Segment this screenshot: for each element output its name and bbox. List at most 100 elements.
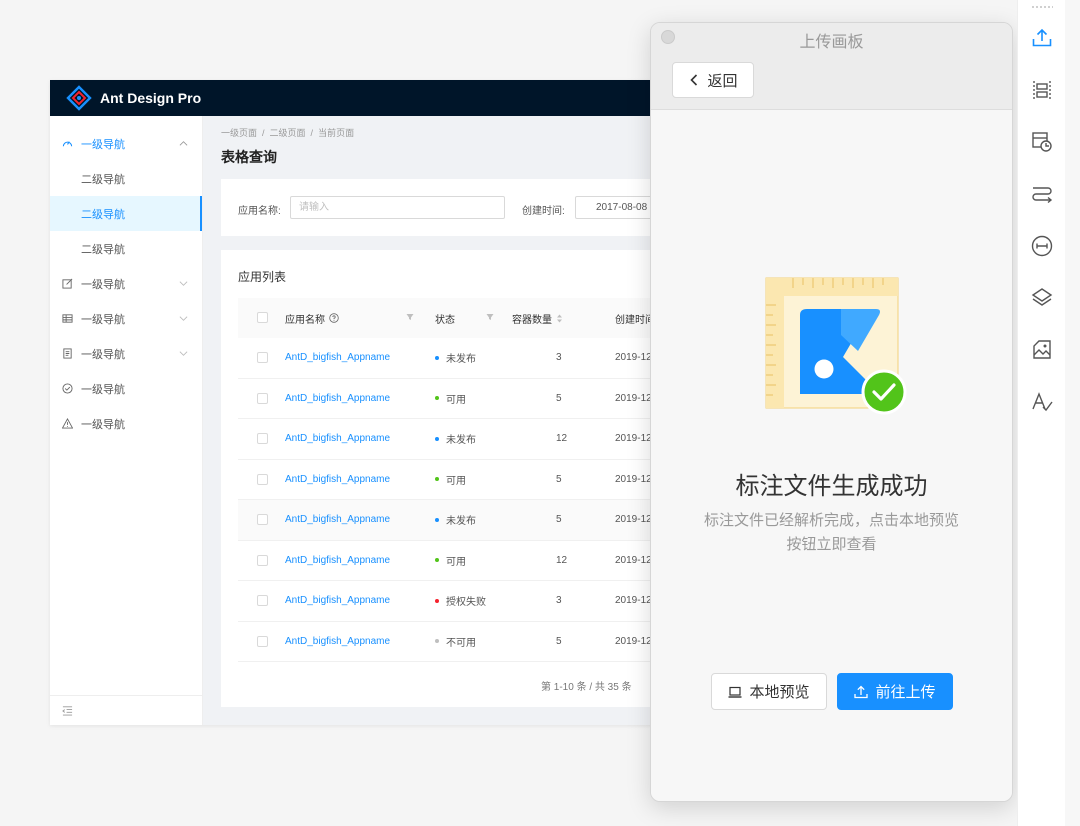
success-description: 标注文件已经解析完成，点击本地预览按钮立即查看 bbox=[703, 512, 959, 553]
success-title: 标注文件生成成功 bbox=[735, 473, 928, 500]
row-checkbox[interactable] bbox=[257, 433, 268, 444]
pagination-total: 第 1-10 条 / 共 35 条 bbox=[541, 682, 632, 693]
flow-icon bbox=[1032, 187, 1053, 204]
check-circle-icon bbox=[62, 383, 73, 394]
created-time: 2019-12 bbox=[615, 514, 652, 526]
menu-item-level1-4[interactable]: 一级导航 bbox=[50, 336, 202, 371]
main-content: 一级页面 / 二级页面 / 当前页面 表格查询 应用名称: 请输入 创建时间: 2017… bbox=[221, 116, 680, 725]
app-name-link[interactable]: AntD_bigfish_Appname bbox=[285, 338, 390, 378]
toolbar-assets-button[interactable] bbox=[1028, 336, 1056, 364]
chevron-left-icon bbox=[690, 74, 698, 86]
toolbar-layers-button[interactable] bbox=[1028, 284, 1056, 312]
menu-item-level1-5[interactable]: 一级导航 bbox=[50, 371, 202, 406]
menu-item-level1-3[interactable]: 一级导航 bbox=[50, 301, 202, 336]
column-header-count[interactable]: 容器数量 bbox=[512, 298, 563, 338]
table-row[interactable]: AntD_bigfish_Appname 可用 5 2019-12 bbox=[238, 379, 668, 419]
go-upload-button[interactable]: 前往上传 bbox=[837, 673, 953, 710]
container-count: 5 bbox=[556, 473, 562, 485]
page-title: 表格查询 bbox=[221, 149, 277, 165]
created-time-label: 创建时间: bbox=[522, 206, 565, 217]
app-name-label: 应用名称: bbox=[238, 206, 281, 217]
breadcrumb: 一级页面 / 二级页面 / 当前页面 bbox=[221, 128, 355, 138]
toolbar-component-button[interactable] bbox=[1028, 128, 1056, 156]
assets-icon bbox=[1033, 340, 1051, 359]
column-header-name[interactable]: 应用名称 bbox=[285, 298, 339, 338]
status-dot bbox=[435, 558, 439, 563]
profile-icon bbox=[63, 348, 72, 359]
warning-icon bbox=[62, 418, 73, 429]
row-checkbox[interactable] bbox=[257, 635, 268, 647]
breadcrumb-current: 当前页面 bbox=[318, 128, 355, 138]
filter-icon[interactable] bbox=[486, 313, 494, 321]
app-name-link[interactable]: AntD_bigfish_Appname bbox=[285, 622, 390, 662]
select-all-checkbox[interactable] bbox=[257, 312, 268, 323]
menu-item-level1-1[interactable]: 一级导航 bbox=[50, 126, 202, 161]
toolbar-flow-button[interactable] bbox=[1028, 180, 1056, 208]
table-row[interactable]: AntD_bigfish_Appname 不可用 5 2019-12 bbox=[238, 622, 668, 662]
toolbar-upload-button[interactable] bbox=[1028, 24, 1056, 52]
app-name-link[interactable]: AntD_bigfish_Appname bbox=[285, 460, 390, 500]
toolbar-slice-button[interactable] bbox=[1028, 76, 1056, 104]
status-dot bbox=[435, 598, 439, 603]
table-row[interactable]: AntD_bigfish_Appname 未发布 3 2019-12 bbox=[238, 338, 668, 379]
component-icon bbox=[1032, 132, 1052, 152]
breadcrumb-item[interactable]: 一级页面 bbox=[221, 128, 257, 138]
app-name-link[interactable]: AntD_bigfish_Appname bbox=[285, 379, 390, 419]
annotation-success-illustration-icon bbox=[765, 277, 907, 415]
table-row[interactable]: AntD_bigfish_Appname 授权失败 3 2019-12 bbox=[238, 581, 668, 622]
row-checkbox[interactable] bbox=[257, 473, 268, 485]
toolbar-measure-button[interactable] bbox=[1028, 232, 1056, 260]
table-icon bbox=[62, 314, 73, 323]
container-count: 3 bbox=[556, 595, 562, 607]
toolbar-text-style-button[interactable] bbox=[1028, 388, 1056, 416]
row-checkbox[interactable] bbox=[257, 352, 268, 363]
table-row[interactable]: AntD_bigfish_Appname 可用 12 2019-12 bbox=[238, 541, 668, 581]
app-name-link[interactable]: AntD_bigfish_Appname bbox=[285, 581, 390, 621]
chevron-up-icon bbox=[179, 141, 188, 146]
status-dot bbox=[435, 436, 439, 441]
created-time: 2019-12 bbox=[615, 473, 652, 485]
row-checkbox[interactable] bbox=[257, 554, 268, 566]
created-time: 2019-12 bbox=[615, 595, 652, 607]
row-checkbox[interactable] bbox=[257, 595, 268, 606]
sidebar-collapse-toggle[interactable] bbox=[50, 695, 202, 725]
status-badge: 未发布 bbox=[435, 500, 476, 540]
status-dot bbox=[435, 355, 439, 360]
status-dot bbox=[435, 396, 439, 401]
menu-item-level1-2[interactable]: 一级导航 bbox=[50, 266, 202, 301]
app-name-link[interactable]: AntD_bigfish_Appname bbox=[285, 500, 390, 540]
container-count: 3 bbox=[556, 352, 562, 364]
app-header: Ant Design Pro bbox=[50, 80, 680, 116]
app-name-link[interactable]: AntD_bigfish_Appname bbox=[285, 419, 390, 459]
created-time: 2019-12 bbox=[615, 392, 652, 404]
container-count: 5 bbox=[556, 635, 562, 647]
local-preview-button[interactable]: 本地预览 bbox=[711, 673, 827, 710]
table-row[interactable]: AntD_bigfish_Appname 可用 5 2019-12 bbox=[238, 460, 668, 500]
status-badge: 可用 bbox=[435, 460, 466, 500]
created-time: 2019-12 bbox=[615, 635, 652, 647]
table-row[interactable]: AntD_bigfish_Appname 未发布 12 2019-12 bbox=[238, 419, 668, 460]
app-name-link[interactable]: AntD_bigfish_Appname bbox=[285, 541, 390, 581]
breadcrumb-item[interactable]: 二级页面 bbox=[270, 128, 306, 138]
chevron-down-icon bbox=[179, 351, 188, 356]
created-time: 2019-12 bbox=[615, 554, 652, 566]
created-time: 2019-12 bbox=[615, 433, 652, 445]
table-body: AntD_bigfish_Appname 未发布 3 2019-12 AntD_bigf… bbox=[238, 338, 668, 662]
menu-item-level2-2[interactable]: 二级导航 bbox=[50, 196, 202, 231]
text-style-icon bbox=[1032, 392, 1053, 412]
question-circle-icon[interactable] bbox=[329, 313, 339, 323]
menu-item-level2-3[interactable]: 二级导航 bbox=[50, 231, 202, 266]
app-name-input[interactable]: 请输入 bbox=[290, 196, 505, 219]
toolbar-drag-handle[interactable] bbox=[1031, 6, 1053, 8]
ant-design-pro-window: Ant Design Pro 一级导航 二级导航 二级导航 二级导航 一级导航 … bbox=[50, 80, 680, 725]
row-checkbox[interactable] bbox=[257, 514, 268, 525]
status-badge: 可用 bbox=[435, 379, 466, 419]
menu-item-level2-1[interactable]: 二级导航 bbox=[50, 161, 202, 196]
filter-icon[interactable] bbox=[406, 313, 414, 321]
row-checkbox[interactable] bbox=[257, 392, 268, 404]
table-card-title: 应用列表 bbox=[238, 270, 287, 284]
menu-item-level1-6[interactable]: 一级导航 bbox=[50, 406, 202, 441]
table-row[interactable]: AntD_bigfish_Appname 未发布 5 2019-12 bbox=[238, 500, 668, 541]
back-button[interactable]: 返回 bbox=[672, 62, 754, 98]
status-badge: 可用 bbox=[435, 541, 466, 581]
